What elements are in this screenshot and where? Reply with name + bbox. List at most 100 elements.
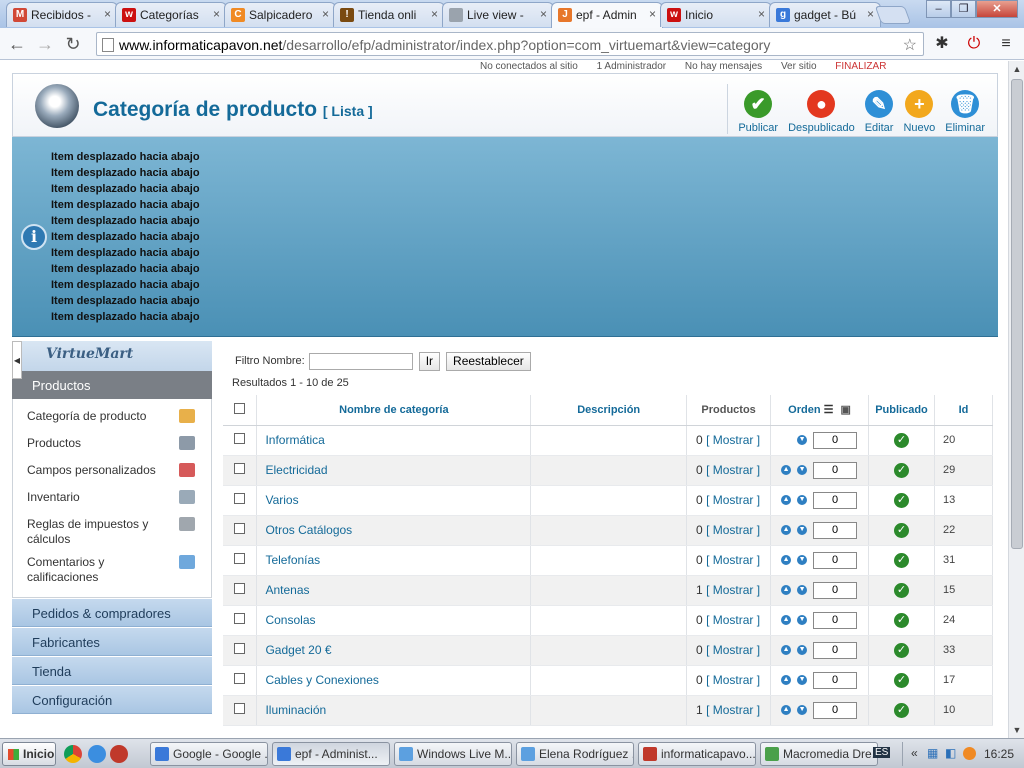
action-editar-button[interactable]: ✎ Editar (865, 90, 893, 134)
show-products-link[interactable]: [ Mostrar ] (706, 583, 760, 597)
tray-expand-icon[interactable]: « (911, 746, 918, 760)
avast-icon[interactable] (963, 747, 976, 760)
show-products-link[interactable]: [ Mostrar ] (706, 463, 760, 477)
new-tab-button[interactable] (874, 6, 912, 24)
logout-link[interactable]: FINALIZAR (835, 61, 886, 71)
published-check-icon[interactable]: ✓ (894, 553, 909, 568)
order-input[interactable] (813, 701, 858, 719)
published-check-icon[interactable]: ✓ (894, 463, 909, 478)
browser-tab[interactable]: w Categorías × (115, 2, 227, 27)
browser-tab[interactable]: ! Tienda onli × (333, 2, 445, 27)
row-checkbox[interactable] (234, 643, 246, 654)
category-name-link[interactable]: Cables y Conexiones (257, 673, 378, 687)
move-down-icon[interactable]: ▼ (797, 704, 808, 715)
move-up-icon[interactable]: ▲ (781, 704, 792, 715)
move-down-icon[interactable]: ▼ (797, 614, 808, 625)
minimize-button[interactable]: – (926, 0, 951, 18)
tab-close-icon[interactable]: × (322, 7, 329, 21)
scroll-up-icon[interactable]: ▲ (1009, 61, 1024, 77)
order-input[interactable] (813, 521, 858, 539)
name-column-header[interactable]: Nombre de categoría (256, 395, 532, 426)
row-checkbox[interactable] (234, 613, 246, 624)
show-products-link[interactable]: [ Mostrar ] (706, 613, 760, 627)
published-column-header[interactable]: Publicado (868, 395, 935, 426)
action-eliminar-button[interactable]: 🗑 Eliminar (945, 90, 985, 134)
back-icon[interactable]: ← (6, 33, 28, 55)
scroll-thumb[interactable] (1011, 79, 1023, 549)
show-products-link[interactable]: [ Mostrar ] (706, 643, 760, 657)
move-up-icon[interactable]: ▲ (781, 554, 792, 565)
move-down-icon[interactable]: ▼ (797, 584, 808, 595)
show-products-link[interactable]: [ Mostrar ] (706, 703, 760, 717)
category-name-link[interactable]: Electricidad (257, 463, 327, 477)
ie-quicklaunch-icon[interactable] (88, 745, 106, 763)
show-products-link[interactable]: [ Mostrar ] (706, 673, 760, 687)
browser-tab[interactable]: g gadget - Bú × (769, 2, 881, 27)
move-down-icon[interactable]: ▼ (797, 554, 808, 565)
row-checkbox[interactable] (234, 433, 246, 444)
start-button[interactable]: Inicio (2, 742, 56, 766)
sidebar-item-4[interactable]: Reglas de impuestos y cálculos (13, 513, 211, 551)
page-scrollbar[interactable]: ▲ ▼ (1008, 61, 1024, 738)
save-order-icon[interactable]: ▣ (841, 404, 851, 416)
order-input[interactable] (813, 491, 858, 509)
published-check-icon[interactable]: ✓ (894, 673, 909, 688)
row-checkbox[interactable] (234, 553, 246, 564)
description-column-header[interactable]: Descripción (530, 395, 688, 426)
action-nuevo-button[interactable]: + Nuevo (903, 90, 935, 134)
sidebar-item-5[interactable]: Comentarios y calificaciones (13, 551, 211, 589)
tab-close-icon[interactable]: × (213, 7, 220, 21)
flash-quicklaunch-icon[interactable] (110, 745, 128, 763)
taskbar-task[interactable]: epf - Administ... (272, 742, 390, 766)
menu-section[interactable]: Configuración (12, 686, 212, 714)
move-down-icon[interactable]: ▼ (797, 434, 808, 445)
adblock-icon[interactable]: ⏻ (964, 34, 984, 54)
browser-tab[interactable]: w Inicio × (660, 2, 772, 27)
order-column-label[interactable]: Orden (788, 404, 820, 416)
tab-close-icon[interactable]: × (867, 7, 874, 21)
row-checkbox[interactable] (234, 523, 246, 534)
move-up-icon[interactable]: ▲ (781, 494, 792, 505)
menu-section-productos[interactable]: Productos (12, 371, 212, 399)
taskbar-task[interactable]: Macromedia Dre... (760, 742, 878, 766)
category-name-link[interactable]: Consolas (257, 613, 315, 627)
order-input[interactable] (813, 641, 858, 659)
network-icon[interactable]: ▦ (927, 746, 938, 760)
category-name-link[interactable]: Antenas (257, 583, 309, 597)
sidebar-item-3[interactable]: Inventario (13, 486, 211, 513)
category-name-link[interactable]: Telefonías (257, 553, 320, 567)
browser-tab[interactable]: Live view - × (442, 2, 554, 27)
published-check-icon[interactable]: ✓ (894, 493, 909, 508)
row-checkbox[interactable] (234, 463, 246, 474)
taskbar-task[interactable]: Elena Rodríguez ... (516, 742, 634, 766)
browser-tab[interactable]: M Recibidos - × (6, 2, 118, 27)
move-up-icon[interactable]: ▲ (781, 464, 792, 475)
reload-icon[interactable]: ↻ (62, 33, 84, 55)
row-checkbox[interactable] (234, 493, 246, 504)
move-down-icon[interactable]: ▼ (797, 644, 808, 655)
go-button[interactable]: Ir (418, 351, 441, 371)
move-up-icon[interactable]: ▲ (781, 674, 792, 685)
tab-close-icon[interactable]: × (649, 7, 656, 21)
view-site-link[interactable]: Ver sitio (781, 61, 817, 71)
row-checkbox[interactable] (234, 673, 246, 684)
order-input[interactable] (813, 461, 858, 479)
show-products-link[interactable]: [ Mostrar ] (706, 493, 760, 507)
messages-link[interactable]: No hay mensajes (685, 61, 762, 71)
move-down-icon[interactable]: ▼ (797, 494, 808, 505)
category-name-link[interactable]: Varios (257, 493, 298, 507)
collapse-menu-handle[interactable]: ◀ (12, 341, 22, 379)
order-input[interactable] (813, 431, 858, 449)
row-checkbox[interactable] (234, 703, 246, 714)
move-up-icon[interactable]: ▲ (781, 584, 792, 595)
move-up-icon[interactable]: ▲ (781, 614, 792, 625)
order-input[interactable] (813, 551, 858, 569)
id-column-header[interactable]: Id (934, 395, 993, 426)
taskbar-task[interactable]: Google - Google ... (150, 742, 268, 766)
menu-section[interactable]: Fabricantes (12, 628, 212, 656)
sidebar-item-0[interactable]: Categoría de producto (13, 405, 211, 432)
menu-section[interactable]: Pedidos & compradores (12, 599, 212, 627)
published-check-icon[interactable]: ✓ (894, 583, 909, 598)
menu-icon[interactable]: ≡ (996, 34, 1016, 54)
published-check-icon[interactable]: ✓ (894, 433, 909, 448)
